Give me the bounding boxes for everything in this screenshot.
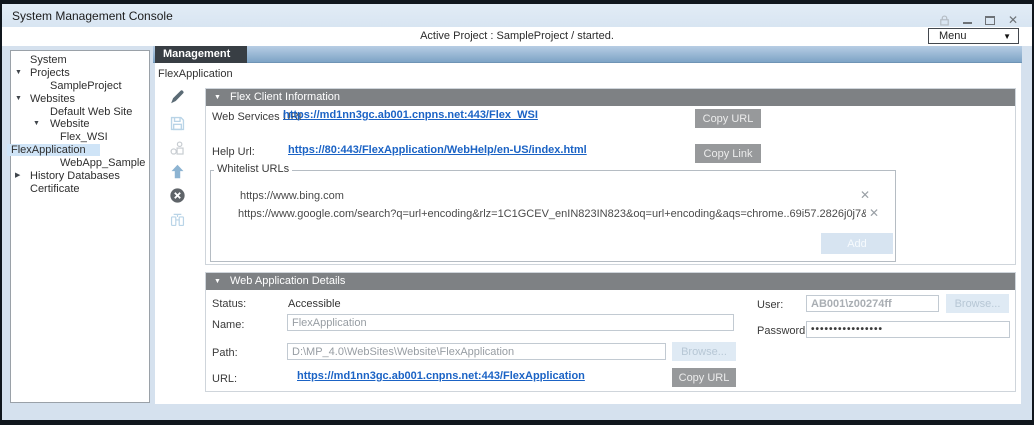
tree-item-system[interactable]: System — [11, 54, 149, 67]
tree-item-websites[interactable]: ▼Websites — [11, 93, 149, 106]
header-row: Active Project : SampleProject / started… — [2, 27, 1032, 46]
expand-arrow-icon[interactable]: ▼ — [15, 67, 22, 80]
tree-item-history-databases[interactable]: ▶History Databases — [11, 170, 149, 183]
tree-item-default-web-site[interactable]: Default Web Site — [11, 106, 149, 119]
user-field[interactable] — [806, 295, 939, 312]
help-url-label: Help Url: — [212, 146, 255, 158]
expand-arrow-icon[interactable]: ▼ — [15, 93, 22, 106]
tree-item-webapp-sample[interactable]: WebApp_Sample — [11, 157, 149, 170]
lock-icon — [937, 14, 951, 26]
web-services-url-link[interactable]: https://md1nn3gc.ab001.cnpns.net:443/Fle… — [283, 109, 538, 121]
remove-url-icon[interactable]: ✕ — [869, 206, 879, 220]
collapse-arrow-icon[interactable]: ▶ — [15, 170, 20, 183]
navigation-tree: System ▼Projects SampleProject ▼Websites… — [10, 50, 150, 403]
tree-item-projects[interactable]: ▼Projects — [11, 67, 149, 80]
path-field[interactable] — [287, 343, 666, 360]
path-label: Path: — [212, 347, 238, 359]
flex-client-information-header[interactable]: Flex Client Information — [206, 89, 1015, 106]
minimize-button[interactable] — [960, 14, 974, 26]
add-url-button[interactable]: Add — [821, 233, 893, 254]
tree-item-flex-wsi[interactable]: Flex_WSI — [11, 131, 149, 144]
name-label: Name: — [212, 319, 244, 331]
remove-url-icon[interactable]: ✕ — [860, 188, 870, 202]
tree-item-flexapplication[interactable]: FlexApplication — [11, 144, 149, 157]
maximize-button[interactable] — [983, 14, 997, 26]
tree-item-website[interactable]: ▼Website — [11, 118, 149, 131]
user-settings-icon[interactable] — [166, 137, 188, 159]
password-field[interactable] — [806, 321, 1010, 338]
copy-url-button[interactable]: Copy URL — [695, 109, 761, 128]
chevron-down-icon: ▼ — [1003, 32, 1011, 41]
whitelist-url-item: https://www.google.com/search?q=url+enco… — [238, 208, 866, 220]
expand-arrow-icon[interactable]: ▼ — [33, 118, 40, 131]
cancel-icon[interactable] — [166, 184, 188, 206]
close-button[interactable]: ✕ — [1006, 14, 1020, 26]
menu-dropdown[interactable]: Menu ▼ — [928, 28, 1019, 44]
status-value: Accessible — [288, 298, 341, 310]
application-url-link[interactable]: https://md1nn3gc.ab001.cnpns.net:443/Fle… — [297, 370, 585, 382]
upload-arrow-icon[interactable] — [166, 160, 188, 182]
tree-item-certificate[interactable]: Certificate — [11, 183, 149, 196]
status-label: Status: — [212, 298, 246, 310]
help-url-link[interactable]: https://80:443/FlexApplication/WebHelp/e… — [288, 144, 587, 156]
active-project-status: Active Project : SampleProject / started… — [2, 30, 1032, 42]
tree-item-sampleproject[interactable]: SampleProject — [11, 80, 149, 93]
window-title: System Management Console — [12, 9, 173, 23]
tab-strip: Management — [153, 46, 1022, 63]
title-bar: System Management Console ✕ — [2, 4, 1032, 27]
menu-dropdown-label: Menu — [939, 30, 967, 42]
password-label: Password: — [757, 325, 808, 337]
save-icon[interactable] — [166, 112, 188, 134]
user-browse-button[interactable]: Browse... — [946, 294, 1009, 313]
tab-management[interactable]: Management — [155, 46, 247, 63]
edit-pencil-icon[interactable] — [166, 86, 188, 108]
path-browse-button[interactable]: Browse... — [672, 342, 736, 361]
web-application-details-header[interactable]: Web Application Details — [206, 273, 1015, 290]
copy-url-button-2[interactable]: Copy URL — [672, 368, 736, 387]
whitelist-urls-group-label: Whitelist URLs — [214, 163, 292, 175]
name-field[interactable] — [287, 314, 734, 331]
copy-link-button[interactable]: Copy Link — [695, 144, 761, 163]
user-label: User: — [757, 299, 783, 311]
whitelist-url-item: https://www.bing.com — [240, 190, 344, 202]
breadcrumb: FlexApplication — [158, 68, 233, 80]
url-label: URL: — [212, 373, 237, 385]
compare-icon[interactable] — [166, 208, 188, 230]
window-controls: ✕ — [937, 13, 1020, 27]
